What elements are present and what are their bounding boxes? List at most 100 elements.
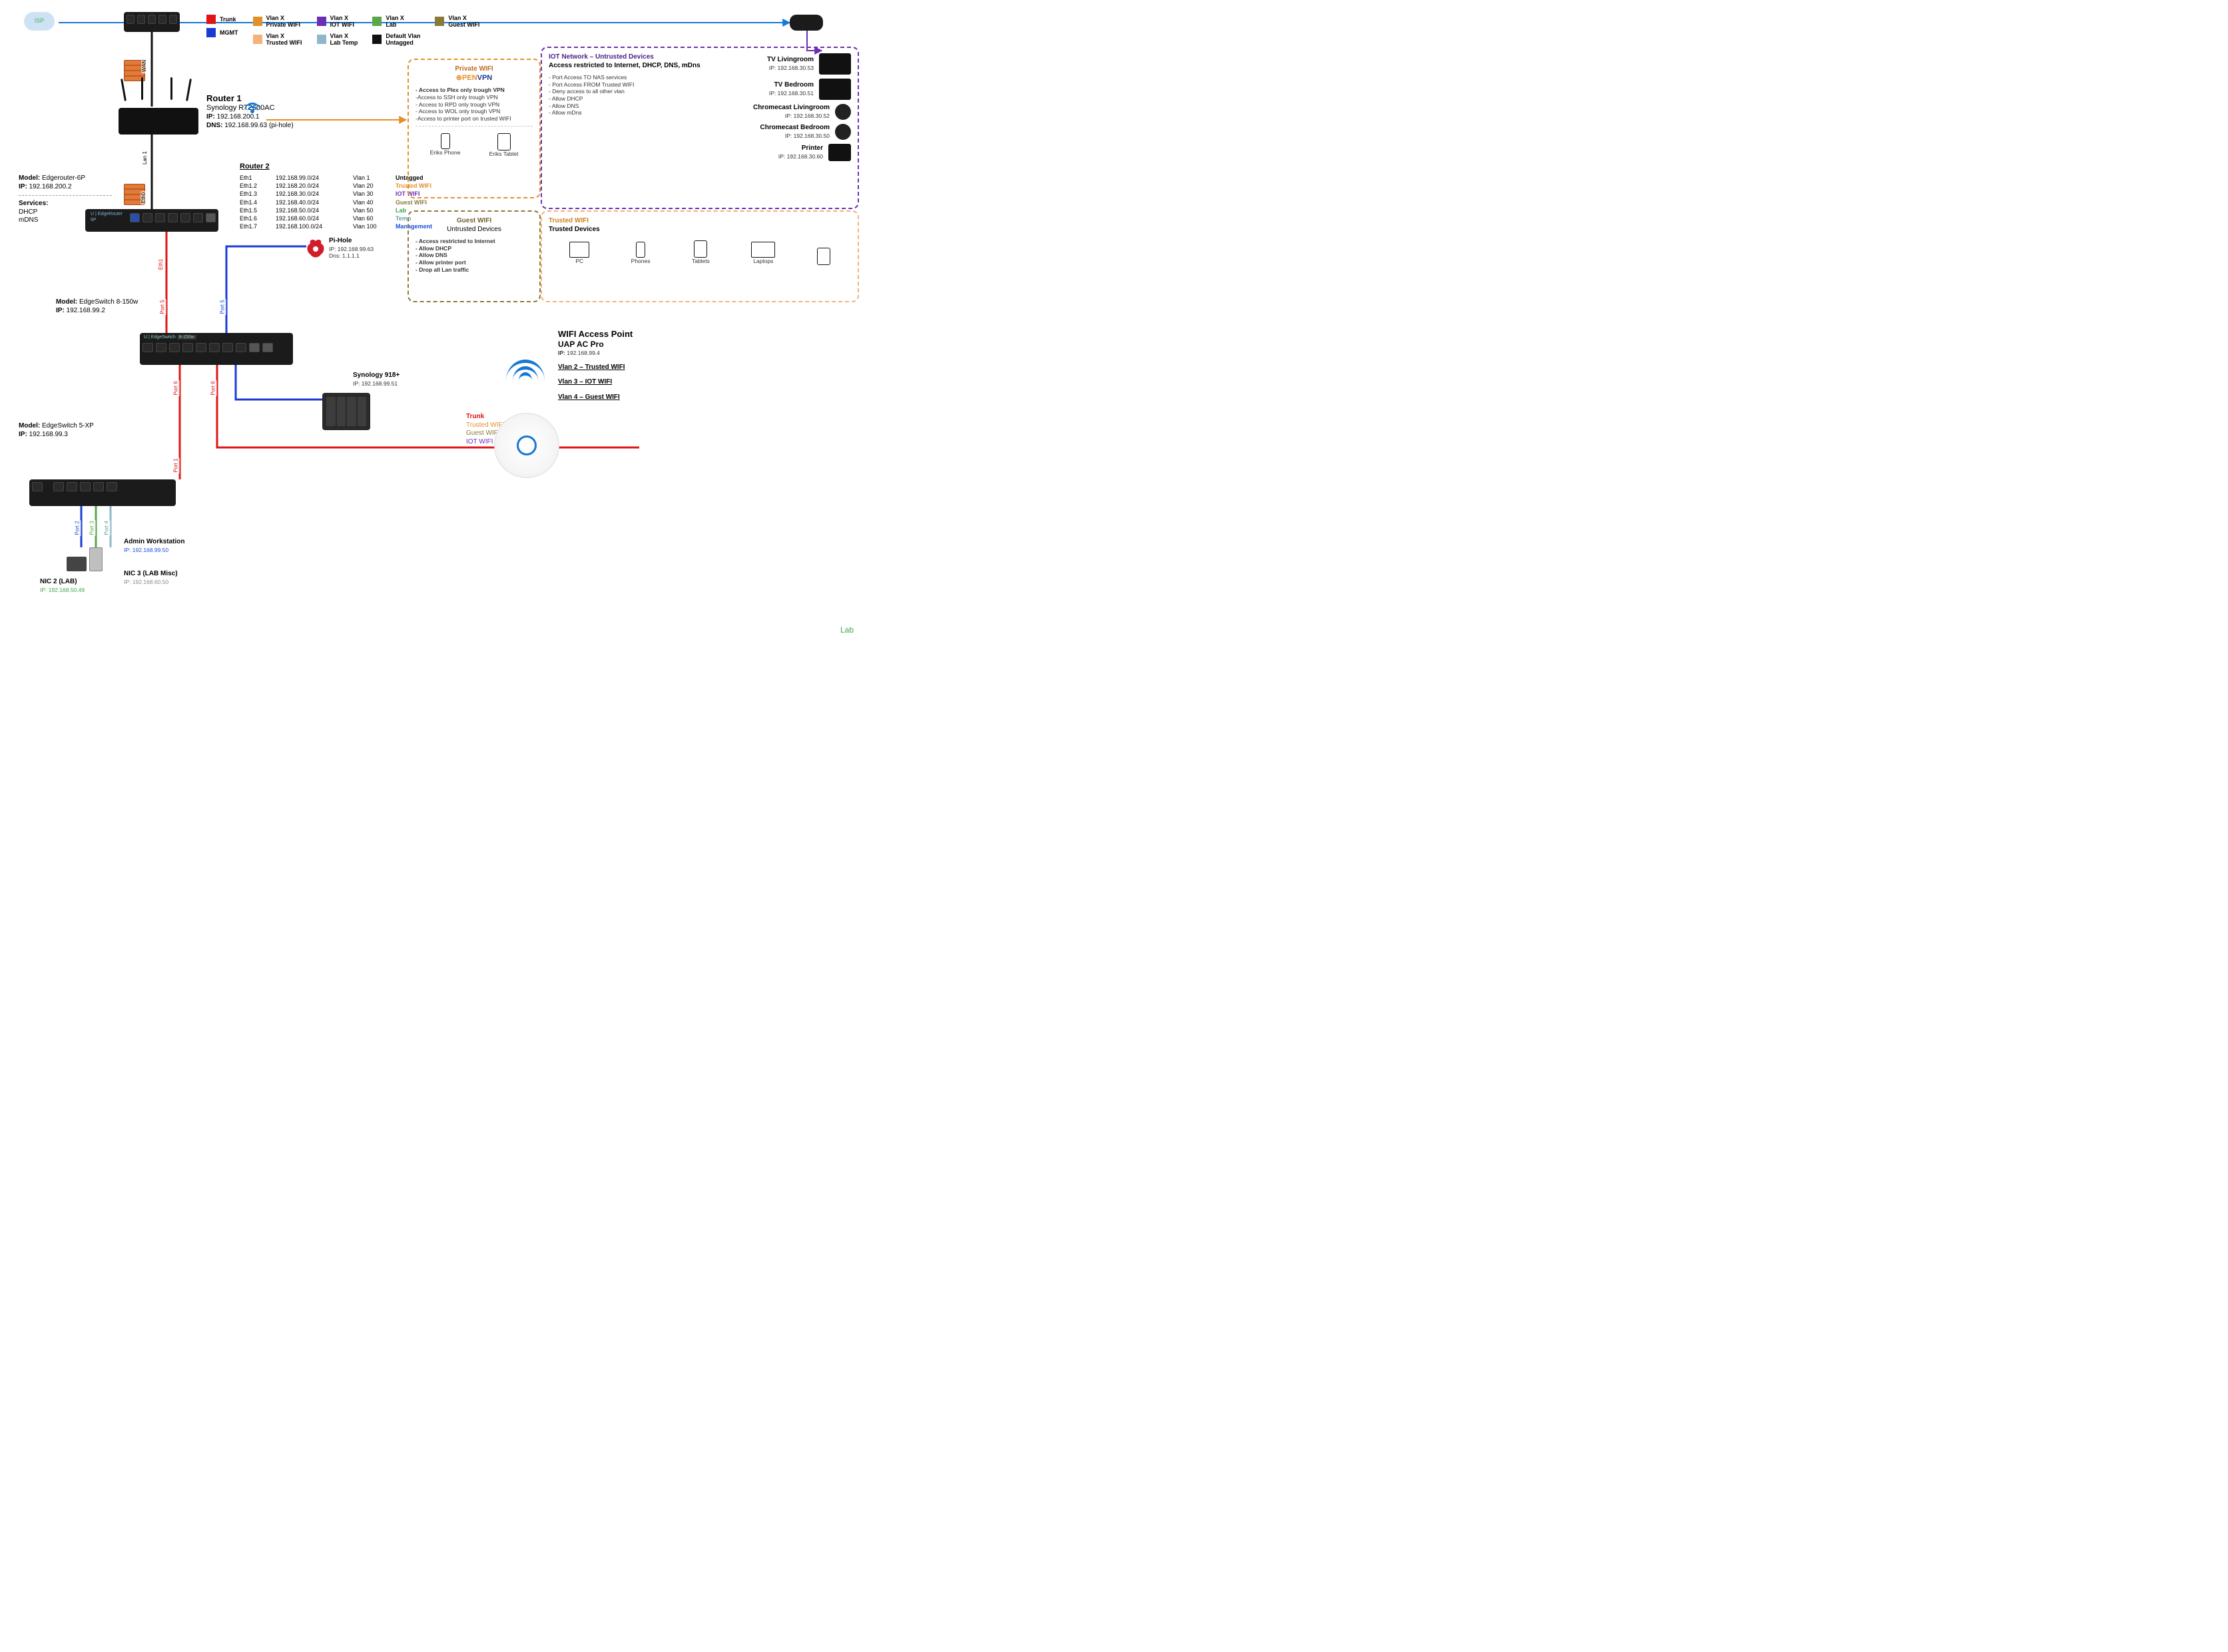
ap-disk-icon bbox=[494, 413, 559, 478]
legend-item: Vlan XTrusted WIFI bbox=[253, 33, 302, 47]
device-ip: IP: 192.168.30.50 bbox=[760, 133, 830, 140]
legend-item: Vlan XPrivate WIFI bbox=[253, 15, 302, 29]
cloud-icon: ISP bbox=[24, 12, 55, 31]
table-cell: Eth1.3 bbox=[240, 190, 269, 198]
pihole-info: Pi-Hole IP: 192.168.99.63 Dns: 1.1.1.1 bbox=[329, 237, 374, 260]
link-label-port6: Port 6 bbox=[173, 380, 180, 396]
cc-icon bbox=[835, 124, 851, 140]
legend-swatch bbox=[253, 17, 262, 26]
switch1-info: Model: EdgeSwitch 8-150w IP: 192.168.99.… bbox=[56, 298, 138, 315]
legend: Trunk MGMT Vlan XPrivate WIFI Vlan XTrusted… bbox=[206, 15, 479, 50]
phone-icon bbox=[441, 133, 450, 149]
iot-device-row: Chromecast LivingroomIP: 192.168.30.52 bbox=[711, 104, 851, 120]
iot-device-row: PrinterIP: 192.168.30.60 bbox=[711, 144, 851, 161]
isp-cloud: ISP bbox=[24, 12, 55, 31]
table-cell: 192.168.60.0/24 bbox=[276, 215, 346, 222]
link-label-port5: Port 5 bbox=[160, 298, 166, 315]
device-name: TV Livingroom bbox=[767, 56, 814, 65]
table-cell: Vlan 60 bbox=[353, 215, 389, 222]
router2-title: Router 2 bbox=[240, 162, 432, 172]
legend-label: Vlan XLab Temp bbox=[330, 33, 358, 47]
table-cell: 192.168.30.0/24 bbox=[276, 190, 346, 198]
table-cell: 192.168.50.0/24 bbox=[276, 207, 346, 214]
legend-swatch bbox=[372, 17, 382, 26]
iot-device-row: TV LivingroomIP: 192.168.30.53 bbox=[711, 53, 851, 75]
legend-label: Trunk bbox=[220, 16, 236, 23]
rule-line: -Access to printer port on trusted WIFI bbox=[416, 115, 533, 123]
table-cell: Vlan 20 bbox=[353, 182, 389, 190]
legend-swatch bbox=[206, 15, 216, 24]
legend-swatch bbox=[435, 17, 444, 26]
router1-icon bbox=[119, 99, 198, 135]
nic3-info: NIC 3 (LAB Misc) IP: 192.168.60.50 bbox=[124, 570, 178, 585]
iot-device-row: Chromecast BedroomIP: 192.168.30.50 bbox=[711, 124, 851, 140]
laptop-icon bbox=[751, 242, 775, 258]
device-ip: IP: 192.168.30.60 bbox=[778, 153, 823, 160]
rule-line: - Drop all Lan traffic bbox=[416, 266, 533, 274]
legend-item: Vlan XLab Temp bbox=[317, 33, 358, 47]
pihole-icon bbox=[306, 238, 325, 262]
rule-line: - Deny access to all other vlan bbox=[549, 88, 702, 95]
table-cell: Vlan 100 bbox=[353, 223, 389, 230]
legend-swatch bbox=[206, 28, 216, 37]
rule-line: - Access to Plex only trough VPN bbox=[416, 87, 533, 94]
nas-info: Synology 918+ IP: 192.168.99.51 bbox=[353, 372, 400, 387]
legend-swatch bbox=[317, 17, 326, 26]
link-label-port6b: Port 6 bbox=[210, 380, 217, 396]
edgerouter-icon: U | EdgeRouter 6P bbox=[85, 209, 218, 232]
tablet-icon bbox=[817, 248, 830, 265]
rule-line: - Allow DNS bbox=[549, 103, 702, 110]
rule-line: - Allow DNS bbox=[416, 252, 533, 259]
tv-icon bbox=[819, 53, 851, 75]
guest-wifi-box: Guest WIFI Untrusted Devices - Access re… bbox=[408, 210, 541, 302]
table-cell: Guest WIFI bbox=[396, 199, 432, 206]
table-cell: Eth1.5 bbox=[240, 207, 269, 214]
legend-label: MGMT bbox=[220, 29, 238, 36]
table-cell: Eth1.2 bbox=[240, 182, 269, 190]
table-cell: 192.168.20.0/24 bbox=[276, 182, 346, 190]
switch2-icon bbox=[29, 479, 176, 506]
legend-label: Vlan XIOT WIFI bbox=[330, 15, 355, 29]
table-cell: Eth1.7 bbox=[240, 223, 269, 230]
table-cell: Vlan 1 bbox=[353, 174, 389, 182]
iot-box: IOT Network – Untrusted Devices Access r… bbox=[541, 47, 859, 209]
tablet-icon bbox=[694, 240, 707, 258]
link-label-port1: Port 1 bbox=[173, 457, 180, 473]
trusted-wifi-box: Trusted WIFI Trusted Devices PC Phones T… bbox=[541, 210, 859, 302]
nic2-info: NIC 2 (LAB) IP: 192.168.50.49 bbox=[40, 578, 85, 593]
legend-item: Vlan XLab bbox=[372, 15, 420, 29]
link-label-lan1: Lan 1 bbox=[142, 150, 148, 166]
rule-line: - Access restricted to Internet bbox=[416, 238, 533, 245]
link-label-port4: Port 4 bbox=[104, 519, 111, 536]
link-label-port3: Port 3 bbox=[89, 519, 96, 536]
switch2-info: Model: EdgeSwitch 5-XP IP: 192.168.99.3 bbox=[19, 422, 94, 439]
rule-line: - Allow DHCP bbox=[549, 95, 702, 103]
workstation-info: Admin Workstation IP: 192.168.99.50 bbox=[124, 538, 184, 553]
rule-line: - Access to RPD only trough VPN bbox=[416, 101, 533, 109]
legend-item: Default VlanUntagged bbox=[372, 33, 420, 47]
link-label-eth1: Eth1 bbox=[158, 258, 164, 271]
link-label-port5b: Port 5 bbox=[220, 298, 226, 315]
legend-label: Vlan XTrusted WIFI bbox=[266, 33, 302, 47]
tv-icon bbox=[819, 79, 851, 100]
nas-icon bbox=[322, 393, 370, 430]
legend-item: Trunk bbox=[206, 15, 238, 24]
isp-cpe-icon bbox=[790, 15, 823, 31]
footer-label: Lab bbox=[840, 625, 854, 635]
ap-info: WIFI Access Point UAP AC Pro IP: 192.168… bbox=[558, 329, 633, 402]
phone-icon bbox=[636, 242, 645, 258]
legend-item: Vlan XGuest WIFI bbox=[435, 15, 479, 29]
rule-line: - Access to WOL only trough VPN bbox=[416, 108, 533, 115]
workstation-icon bbox=[67, 547, 103, 571]
cc-icon bbox=[835, 104, 851, 120]
legend-label: Vlan XPrivate WIFI bbox=[266, 15, 301, 29]
legend-item: Vlan XIOT WIFI bbox=[317, 15, 358, 29]
table-cell: Vlan 50 bbox=[353, 207, 389, 214]
tablet-icon bbox=[497, 133, 511, 150]
device-name: Chromecast Bedroom bbox=[760, 124, 830, 133]
private-wifi-box: Private WIFI ⊕PENOPENVPNVPN - Access to … bbox=[408, 59, 541, 198]
legend-label: Vlan XLab bbox=[386, 15, 404, 29]
legend-swatch bbox=[372, 35, 382, 44]
legend-label: Vlan XGuest WIFI bbox=[448, 15, 479, 29]
rule-line: - Allow mDns bbox=[549, 109, 702, 117]
